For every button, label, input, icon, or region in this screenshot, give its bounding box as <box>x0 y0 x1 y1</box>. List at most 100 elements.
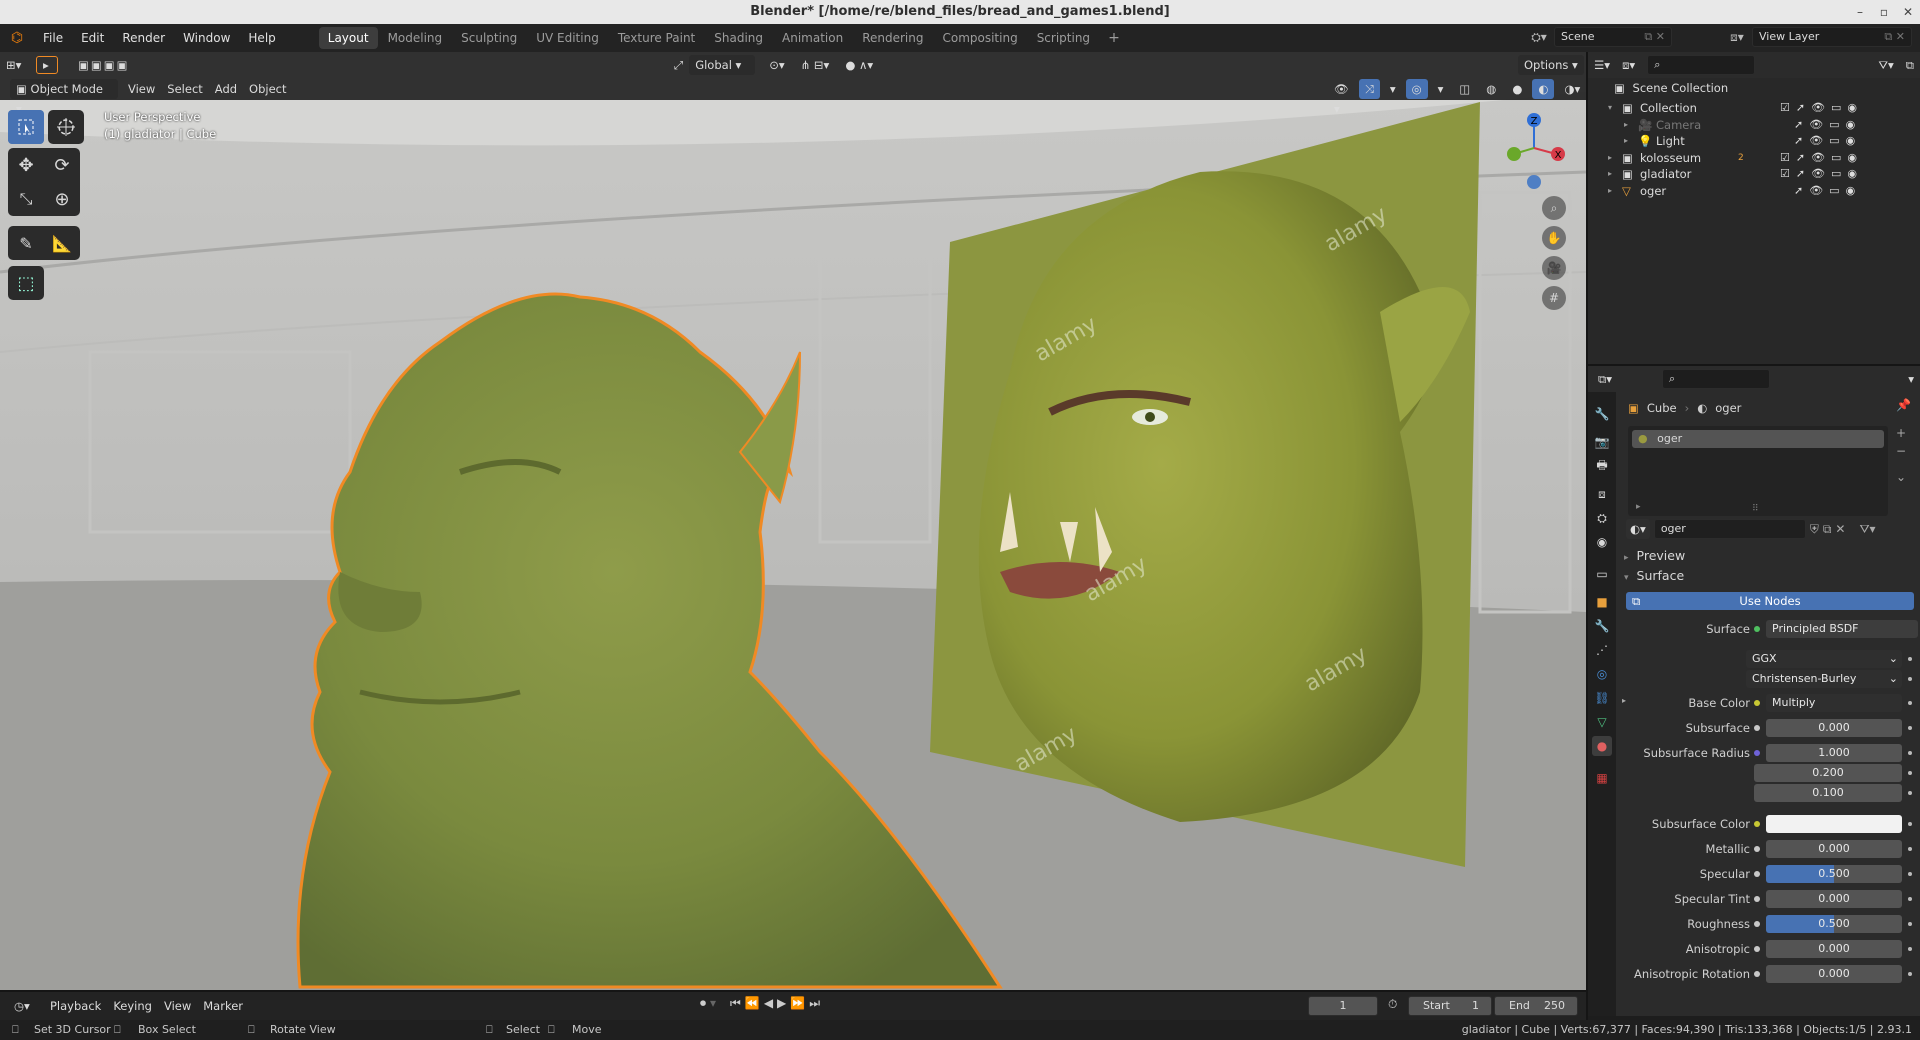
world-tab-icon[interactable]: ◉ <box>1592 532 1612 552</box>
transform-tool[interactable]: ⊕ <box>44 182 80 216</box>
3d-viewport[interactable]: alamy alamy alamy alamy alamy <box>0 52 1586 990</box>
surface-shader-field[interactable]: Principled BSDF <box>1766 620 1918 638</box>
menu-help[interactable]: Help <box>239 24 284 52</box>
properties-search[interactable]: ⌕ <box>1661 369 1770 389</box>
measure-tool[interactable]: 📐 <box>44 226 80 260</box>
tab-rendering[interactable]: Rendering <box>853 27 932 49</box>
camera-view-icon[interactable]: 🎥 <box>1542 256 1566 280</box>
particles-tab-icon[interactable]: ⋰ <box>1592 640 1612 660</box>
timeline-menu-view[interactable]: View <box>158 996 197 1016</box>
next-keyframe-icon[interactable]: ⏩ <box>790 996 805 1011</box>
axis-gizmo[interactable]: Z X <box>1490 108 1570 198</box>
render-tab-icon[interactable]: 📷 <box>1592 432 1612 452</box>
pan-hand-icon[interactable]: ✋ <box>1542 226 1566 250</box>
distribution-dropdown[interactable]: GGX ⌄ <box>1746 650 1902 668</box>
value-slider[interactable]: 0.000 <box>1766 840 1902 858</box>
value-slider[interactable]: 0.200 <box>1754 764 1902 782</box>
pin-icon[interactable]: 📌 <box>1896 398 1911 412</box>
data-tab-icon[interactable]: ▽ <box>1592 712 1612 732</box>
browse-material-icon[interactable]: ◐▾ <box>1626 519 1650 539</box>
menu-file[interactable]: File <box>34 24 72 52</box>
keyframe-dot[interactable] <box>1908 726 1912 730</box>
select-mode-icon[interactable]: ▸ <box>36 56 58 74</box>
rendered-shading-icon[interactable]: ◑▾ <box>1558 79 1586 99</box>
start-frame-field[interactable]: Start 1 <box>1408 996 1492 1016</box>
fake-user-icon[interactable]: ⛨ <box>1810 522 1819 537</box>
prev-keyframe-icon[interactable]: ⏪ <box>745 996 760 1011</box>
tab-layout[interactable]: Layout <box>318 27 378 49</box>
jump-end-icon[interactable]: ⏭ <box>809 996 820 1011</box>
transform-orientation-dropdown[interactable]: Global ▾ <box>689 55 756 75</box>
pivot-icon[interactable]: ⊙▾ <box>763 55 790 75</box>
ortho-grid-icon[interactable]: # <box>1542 286 1566 310</box>
use-nodes-button[interactable]: ⧉ Use Nodes <box>1626 592 1914 610</box>
remove-slot-icon[interactable]: − <box>1896 444 1906 458</box>
material-slot[interactable]: ● oger <box>1632 430 1884 448</box>
editor-type-icon[interactable]: ⊞▾ <box>0 55 36 75</box>
gizmo-toggle-icon[interactable]: ⤨ <box>1358 79 1380 99</box>
new-collection-icon[interactable]: ⧉ <box>1900 55 1920 75</box>
timeline-menu-playback[interactable]: Playback <box>44 996 107 1016</box>
scale-tool[interactable]: ⤡ <box>8 182 44 216</box>
view-layer-field[interactable]: View Layer ⧉ ✕ <box>1752 27 1912 47</box>
value-slider[interactable]: 1.000 <box>1766 744 1902 762</box>
modifier-tab-icon[interactable]: 🔧 <box>1592 616 1612 636</box>
options-dropdown[interactable]: Options ▾ <box>1518 55 1584 75</box>
properties-editor-icon[interactable]: ⧉▾ <box>1592 369 1618 389</box>
viewport-menu-add[interactable]: Add <box>209 79 243 99</box>
unlink-material-icon[interactable]: ✕ <box>1835 522 1845 536</box>
outliner-editor-icon[interactable]: ☰▾ <box>1588 55 1616 75</box>
display-mode-icon[interactable]: ⧈▾ <box>1616 55 1641 75</box>
subsurface-method-dropdown[interactable]: Christensen-Burley ⌄ <box>1746 670 1902 688</box>
record-icon[interactable]: ⏺ <box>700 996 706 1011</box>
list-resize-handle[interactable]: ⠿ <box>1752 504 1759 514</box>
material-shading-icon[interactable]: ◐ <box>1532 79 1555 99</box>
current-frame-field[interactable]: 1 <box>1308 996 1378 1016</box>
tab-compositing[interactable]: Compositing <box>933 27 1026 49</box>
timeline-menu-marker[interactable]: Marker <box>197 996 249 1016</box>
properties-options-icon[interactable]: ▾ <box>1902 369 1920 389</box>
surface-panel-header[interactable]: ▾ Surface <box>1624 568 1684 583</box>
minimize-icon[interactable]: – <box>1848 0 1872 24</box>
outliner-search[interactable]: ⌕ <box>1647 55 1756 75</box>
menu-edit[interactable]: Edit <box>72 24 113 52</box>
slot-menu-icon[interactable]: ⌄ <box>1896 470 1906 484</box>
value-slider[interactable]: 0.000 <box>1766 940 1902 958</box>
filter-icon[interactable]: ⛛▾ <box>1872 55 1899 75</box>
expand-arrow-icon[interactable]: ▸ <box>1622 696 1626 705</box>
color-swatch[interactable] <box>1766 815 1902 833</box>
keyframe-dot[interactable] <box>1908 791 1912 795</box>
zoom-icon[interactable]: ⌕ <box>1542 196 1566 220</box>
tab-shading[interactable]: Shading <box>705 27 772 49</box>
view-layer-icon[interactable]: ⧈▾ <box>1722 30 1752 45</box>
visibility-icon[interactable]: 👁▾ <box>1328 79 1355 116</box>
snap-icon[interactable]: ⋔ ⊟▾ <box>795 55 836 75</box>
play-reverse-icon[interactable]: ◀ <box>764 996 773 1011</box>
scene-tab-icon[interactable]: ⛭ <box>1592 508 1612 528</box>
value-slider[interactable]: 0.000 <box>1766 719 1902 737</box>
physics-tab-icon[interactable]: ◎ <box>1592 664 1612 684</box>
proportional-edit-icon[interactable]: ● ∧▾ <box>839 55 879 75</box>
object-mode-dropdown[interactable]: ▣ Object Mode ▾ <box>10 79 118 116</box>
constraints-tab-icon[interactable]: ⛓ <box>1592 688 1612 708</box>
view-layer-tab-icon[interactable]: ⧈ <box>1592 484 1612 504</box>
keyframe-dot[interactable] <box>1908 751 1912 755</box>
keyframe-dot[interactable] <box>1908 701 1912 705</box>
keyframe-dot[interactable] <box>1908 771 1912 775</box>
menu-render[interactable]: Render <box>113 24 174 52</box>
node-link-icon[interactable]: ⛛▾ <box>1859 522 1875 537</box>
timeline-menu-keying[interactable]: Keying <box>107 996 158 1016</box>
keyframe-dot[interactable] <box>1908 822 1912 826</box>
material-name-field[interactable]: oger <box>1653 519 1806 539</box>
orientation-icon[interactable]: ⤢ <box>668 55 689 75</box>
value-slider[interactable]: 0.000 <box>1766 890 1902 908</box>
tab-animation[interactable]: Animation <box>773 27 852 49</box>
collection-tab-icon[interactable]: ▭ <box>1592 564 1612 584</box>
move-tool[interactable]: ✥ <box>8 148 44 182</box>
outliner-row-oger[interactable]: ▸ ▽ oger ➚👁▭◉ <box>1588 181 1920 201</box>
keyframe-dot[interactable] <box>1908 872 1912 876</box>
linked-node-field[interactable]: Multiply <box>1766 694 1902 712</box>
keyframe-dot[interactable] <box>1908 657 1912 661</box>
keyframe-dot[interactable] <box>1908 947 1912 951</box>
outliner-row-scene-collection[interactable]: ▣ Scene Collection <box>1588 78 1920 98</box>
